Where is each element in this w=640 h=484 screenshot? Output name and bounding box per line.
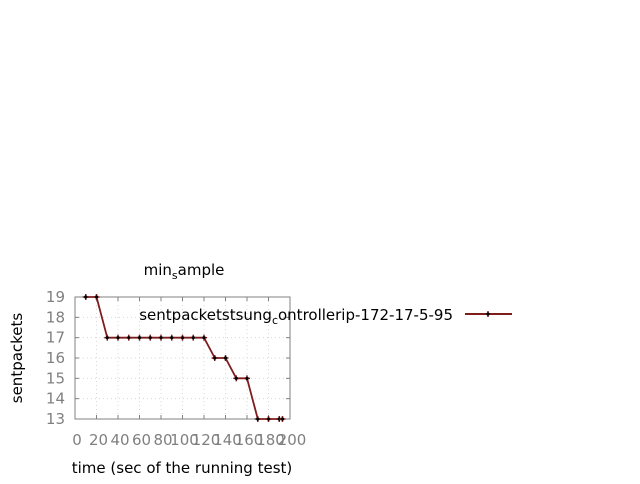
data-point	[244, 375, 250, 382]
legend-marker-point	[485, 311, 491, 317]
y-tick-label: 19	[46, 288, 65, 306]
y-tick-label: 18	[46, 308, 65, 326]
y-tick-label: 17	[46, 329, 65, 347]
data-point	[233, 375, 240, 382]
legend: sentpacketstsungcontrollerip-172-17-5-95	[139, 306, 512, 327]
data-point	[125, 334, 132, 341]
y-tick-label: 15	[46, 369, 65, 387]
y-tick-label: 16	[46, 349, 65, 367]
x-tick-label: 40	[110, 431, 129, 449]
x-tick-label: 200	[278, 431, 307, 449]
chart-title: minsample	[144, 261, 225, 282]
legend-label: sentpacketstsungcontrollerip-172-17-5-95	[139, 306, 453, 327]
y-tick-label: 14	[46, 390, 65, 408]
data-point	[158, 334, 164, 341]
data-point	[147, 334, 154, 341]
data-point	[179, 334, 186, 341]
data-point	[104, 334, 111, 341]
data-point	[82, 294, 89, 300]
data-point	[115, 334, 121, 341]
data-point	[254, 416, 261, 422]
legend-marker	[485, 311, 491, 317]
x-tick-label: 60	[132, 431, 151, 449]
data-point	[168, 334, 175, 341]
data-point	[211, 355, 218, 361]
chart-svg: 0 20 40 60 801001201401601802001314151617181…	[8, 261, 512, 477]
data-point	[265, 416, 272, 422]
y-tick-label: 13	[46, 410, 65, 428]
chart: 0 20 40 60 80 100 120 140 160 180 200 13 14 15 16 17 18 1…	[0, 0, 640, 480]
y-axis-label: sentpackets	[8, 313, 26, 404]
data-point	[190, 334, 197, 341]
x-axis-label: time (sec of the running test)	[72, 459, 293, 477]
x-tick-label: 20	[89, 431, 108, 449]
data-point	[279, 416, 286, 422]
x-tick-label: 0	[72, 431, 82, 449]
data-point	[136, 334, 143, 341]
data-point	[93, 294, 100, 300]
